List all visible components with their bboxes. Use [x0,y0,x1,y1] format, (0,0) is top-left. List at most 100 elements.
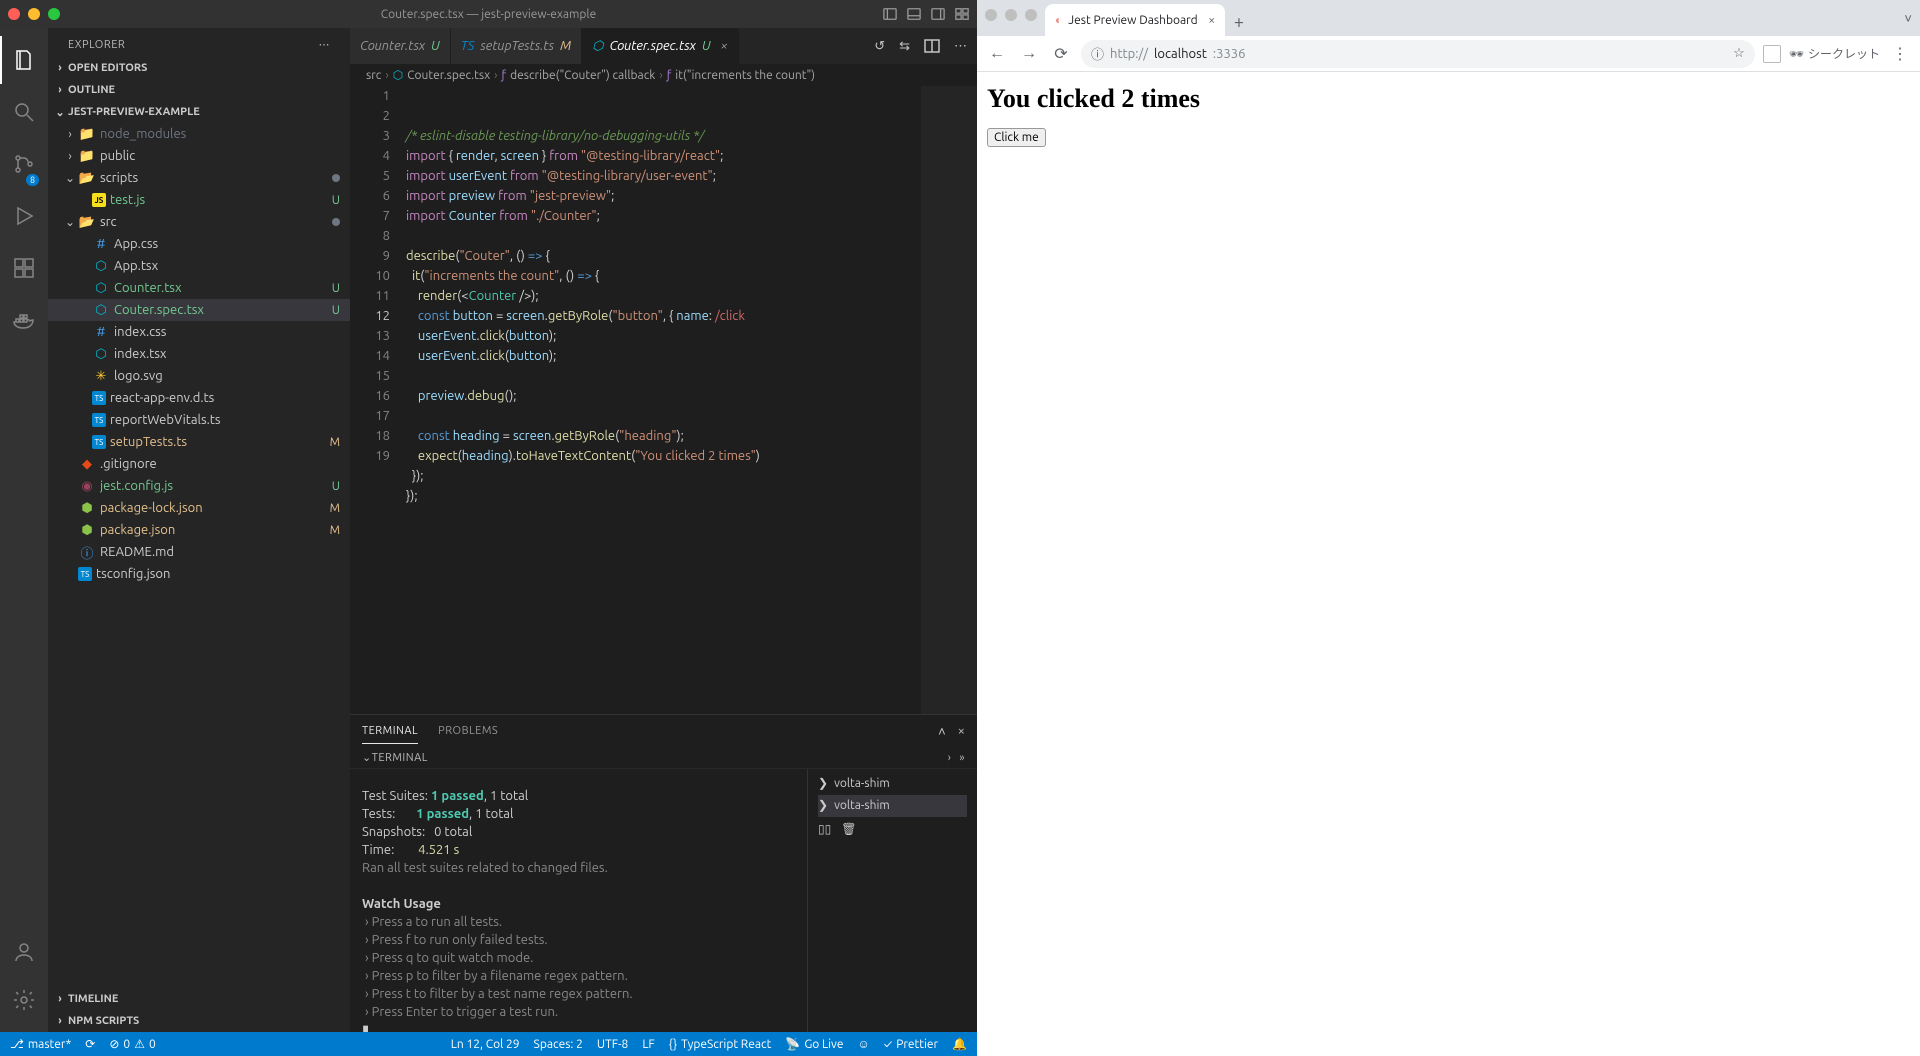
breadcrumb-item[interactable]: describe("Couter") callback [510,69,655,82]
panel-close-icon[interactable]: × [958,724,965,739]
address-bar[interactable]: ⓘ http://localhost:3336 ☆ [1081,40,1755,68]
close-window-button[interactable] [8,8,20,20]
search-activity[interactable] [0,88,48,136]
language-mode-item[interactable]: {}TypeScript React [669,1038,772,1051]
file-tsconfig[interactable]: TStsconfig.json [48,563,350,585]
file-indexcss[interactable]: #index.css [48,321,350,343]
file-readme[interactable]: ⓘREADME.md [48,541,350,563]
file-setuptests[interactable]: TSsetupTests.tsM [48,431,350,453]
reload-button[interactable]: ⟳ [1049,44,1073,63]
tab-couterspec[interactable]: ⬡Couter.spec.tsxU× [582,28,739,64]
new-tab-button[interactable]: + [1225,8,1253,36]
browser-tab[interactable]: ◐ Jest Preview Dashboard × [1045,4,1225,36]
file-logosvg[interactable]: ✳logo.svg [48,365,350,387]
layout-grid-icon[interactable] [955,7,969,21]
open-editors-section[interactable]: ›OPEN EDITORS [48,57,350,79]
tab-counter[interactable]: Counter.tsxU [350,28,451,64]
panel-maximize-icon[interactable]: ˄ [938,724,946,739]
branch-item[interactable]: ⎇master* [10,1037,71,1051]
kill-terminal-icon[interactable]: 🗑 [841,821,856,839]
source-control-activity[interactable]: 8 [0,140,48,188]
accounts-activity[interactable] [0,928,48,976]
file-label: jest.config.js [100,479,332,493]
tab-setuptests[interactable]: TSsetupTests.tsM [451,28,582,64]
tab-overflow-button[interactable]: ˅ [1904,11,1912,26]
back-button[interactable]: ← [985,44,1009,63]
npm-scripts-section[interactable]: ›NPM SCRIPTS [48,1010,350,1032]
extensions-button[interactable] [1763,45,1781,63]
file-reactenv[interactable]: TSreact-app-env.d.ts [48,387,350,409]
go-live-item[interactable]: 📡Go Live [785,1037,843,1051]
panel-bottom-icon[interactable] [907,7,921,21]
problems-tab[interactable]: PROBLEMS [438,719,498,743]
breadcrumb[interactable]: src› ⬡Couter.spec.tsx› ƒdescribe("Couter… [350,64,977,86]
minimap[interactable] [921,86,977,714]
close-browser-tab-button[interactable]: × [1208,14,1215,27]
outline-section[interactable]: ›OUTLINE [48,79,350,101]
timeline-icon[interactable]: ↺ [874,39,885,54]
problems-item[interactable]: ⊘0 ⚠0 [109,1037,155,1051]
file-appcss[interactable]: #App.css [48,233,350,255]
prettier-item[interactable]: ✓Prettier [884,1038,938,1051]
bookmark-icon[interactable]: ☆ [1733,46,1745,61]
code-editor[interactable]: 12345678910111213141516171819 /* eslint-… [350,86,977,714]
file-indextsx[interactable]: ⬡index.tsx [48,343,350,365]
run-debug-activity[interactable] [0,192,48,240]
minimize-browser-button[interactable] [1005,9,1017,21]
click-me-button[interactable]: Click me [987,128,1046,147]
folder-scripts[interactable]: ⌄📂scripts [48,167,350,189]
terminal-group-header[interactable]: ⌄ TERMINAL ›» [350,747,977,769]
file-pkglock[interactable]: ⬢package-lock.jsonM [48,497,350,519]
terminal-instance[interactable]: ❯volta-shim [818,795,967,817]
panel-left-icon[interactable] [883,7,897,21]
file-jestconfig[interactable]: ◉jest.config.jsU [48,475,350,497]
sidebar-more-button[interactable]: ⋯ [319,38,331,51]
timeline-section[interactable]: ›TIMELINE [48,988,350,1010]
terminal-output[interactable]: Test Suites: 1 passed, 1 total Tests: 1 … [350,769,807,1032]
terminal-instance[interactable]: ❯volta-shim [818,773,967,795]
code-content[interactable]: /* eslint-disable testing-library/no-deb… [406,86,921,714]
folder-src[interactable]: ⌄📂src [48,211,350,233]
terminal-prev-icon[interactable]: › [948,752,952,764]
panel-right-icon[interactable] [931,7,945,21]
breadcrumb-item[interactable]: Couter.spec.tsx [407,69,490,82]
browser-menu-button[interactable]: ⋮ [1888,44,1912,63]
file-reportvitals[interactable]: TSreportWebVitals.ts [48,409,350,431]
settings-activity[interactable] [0,976,48,1024]
folder-public[interactable]: ›📁public [48,145,350,167]
encoding-item[interactable]: UTF-8 [597,1038,628,1051]
file-couterspec[interactable]: ⬡Couter.spec.tsxU [48,299,350,321]
breadcrumb-item[interactable]: it("increments the count") [675,69,815,82]
file-apptsx[interactable]: ⬡App.tsx [48,255,350,277]
close-tab-button[interactable]: × [720,39,727,53]
docker-activity[interactable] [0,296,48,344]
breadcrumb-item[interactable]: src [366,69,381,82]
sync-item[interactable]: ⟳ [85,1037,95,1051]
terminal-next-icon[interactable]: » [959,752,965,764]
eol-item[interactable]: LF [642,1038,654,1051]
split-terminal-icon[interactable]: ▯▯ [818,821,831,839]
file-gitignore[interactable]: ◆.gitignore [48,453,350,475]
indentation-item[interactable]: Spaces: 2 [534,1038,583,1051]
forward-button[interactable]: → [1017,44,1041,63]
more-actions-button[interactable]: ⋯ [954,39,967,54]
feedback-item[interactable]: ☺ [858,1037,870,1051]
minimize-window-button[interactable] [28,8,40,20]
split-editor-icon[interactable] [924,38,940,54]
cursor-position-item[interactable]: Ln 12, Col 29 [451,1038,520,1051]
file-testjs[interactable]: JStest.jsU [48,189,350,211]
folder-root-section[interactable]: ⌄JEST-PREVIEW-EXAMPLE [48,101,350,123]
zoom-browser-button[interactable] [1025,9,1037,21]
folder-node-modules[interactable]: ›📁node_modules [48,123,350,145]
extensions-activity[interactable] [0,244,48,292]
terminal-tab[interactable]: TERMINAL [362,719,418,744]
notifications-item[interactable]: 🔔 [952,1037,967,1051]
file-countertsx[interactable]: ⬡Counter.tsxU [48,277,350,299]
close-browser-button[interactable] [985,9,997,21]
file-status: M [330,524,340,537]
file-pkg[interactable]: ⬢package.jsonM [48,519,350,541]
compare-icon[interactable]: ⇆ [899,39,910,54]
site-info-icon[interactable]: ⓘ [1091,44,1104,63]
zoom-window-button[interactable] [48,8,60,20]
explorer-activity[interactable] [0,36,48,84]
